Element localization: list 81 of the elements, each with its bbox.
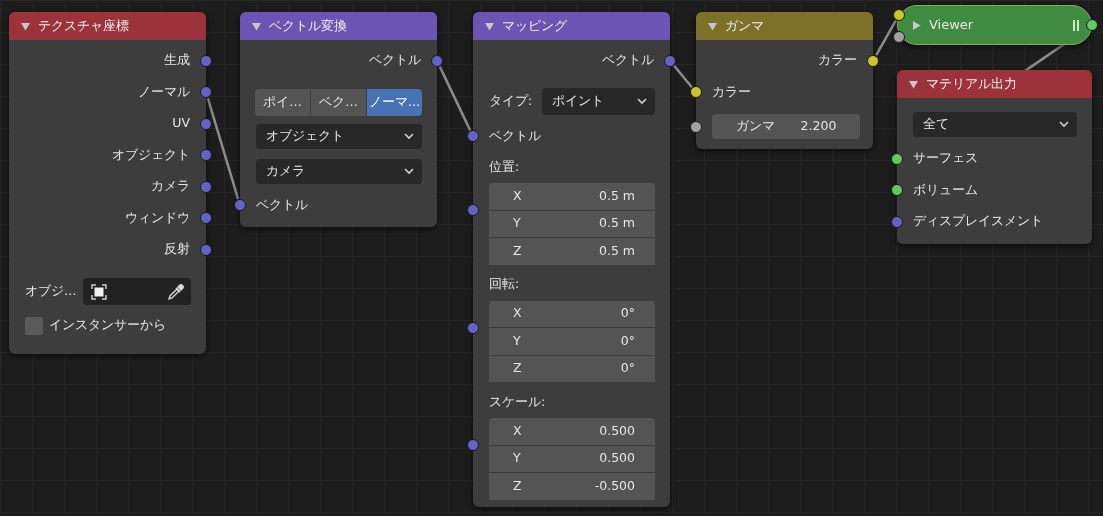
socket-label: UV <box>172 114 190 133</box>
input-socket[interactable] <box>893 9 905 21</box>
segment-button[interactable]: ノーマ… <box>367 88 422 116</box>
triangle-icon[interactable] <box>252 21 261 31</box>
number-field[interactable]: X 0° <box>489 300 655 328</box>
dropdown[interactable]: 全て <box>913 112 1077 137</box>
socket-label: カラー <box>818 51 857 70</box>
triangle-icon[interactable] <box>485 21 494 31</box>
segment-button[interactable]: ポイ… <box>255 88 311 116</box>
input-socket[interactable] <box>891 215 903 228</box>
node-header[interactable]: ベクトル変換 <box>240 12 437 40</box>
input-socket[interactable] <box>891 152 903 165</box>
segment-button[interactable]: ベク… <box>311 88 367 116</box>
socket-label: ディスプレイスメント <box>913 212 1043 231</box>
socket-label: ベクトル <box>256 195 308 214</box>
node-title: テクスチャ座標 <box>38 17 129 36</box>
input-socket[interactable] <box>467 130 479 143</box>
triangle-icon[interactable] <box>912 20 921 30</box>
socket-label: 生成 <box>164 51 190 70</box>
input-socket[interactable] <box>690 86 702 99</box>
node-title: ガンマ <box>725 17 764 36</box>
chevron-icon <box>404 132 414 140</box>
number-field[interactable]: Z -0.500 <box>489 473 655 501</box>
socket-label: ベクトル <box>369 51 421 70</box>
node-title: マッピング <box>502 17 567 36</box>
triangle-icon[interactable] <box>21 21 30 31</box>
socket-label: カラー <box>712 82 751 101</box>
checkbox[interactable] <box>25 316 43 335</box>
viewer-node[interactable]: Viewer <box>897 5 1092 45</box>
node-header[interactable]: ガンマ <box>696 12 873 40</box>
socket-label: ウィンドウ <box>125 208 190 227</box>
group-label: スケール: <box>489 392 546 411</box>
number-field[interactable]: X 0.5 m <box>489 183 655 211</box>
field-label: タイプ: <box>489 91 533 110</box>
socket-label: ノーマル <box>138 82 190 101</box>
socket-label: サーフェス <box>913 149 978 168</box>
checkbox-label: インスタンサーから <box>49 316 166 335</box>
socket-label: 反射 <box>164 240 190 259</box>
node-link <box>673 64 693 89</box>
dropdown[interactable]: オブジェクト <box>256 123 422 149</box>
socket-label: ボリューム <box>913 180 978 199</box>
input-socket[interactable] <box>891 184 903 197</box>
number-field[interactable]: Z 0° <box>489 355 655 383</box>
triangle-icon[interactable] <box>708 21 717 31</box>
chevron-icon <box>637 97 647 105</box>
pause-icon <box>1073 19 1079 31</box>
dropdown[interactable]: ポイント <box>542 87 655 115</box>
field-label: オブジ… <box>25 282 77 301</box>
socket-label: カメラ <box>151 177 190 196</box>
number-field[interactable]: Y 0° <box>489 328 655 356</box>
object-icon <box>88 281 109 302</box>
number-field[interactable]: Y 0.5 m <box>489 210 655 238</box>
input-socket[interactable] <box>467 439 479 451</box>
socket-label: ベクトル <box>602 51 654 70</box>
triangle-icon[interactable] <box>909 79 918 89</box>
chevron-icon <box>404 167 414 175</box>
node-header[interactable]: テクスチャ座標 <box>9 12 206 40</box>
node-link <box>875 20 897 56</box>
node-title: マテリアル出力 <box>926 75 1017 94</box>
group-label: 位置: <box>489 157 520 176</box>
node-header[interactable]: マッピング <box>473 12 670 40</box>
node-title: ベクトル変換 <box>269 17 347 36</box>
output-socket[interactable] <box>867 54 879 67</box>
number-field[interactable]: Z 0.5 m <box>489 238 655 266</box>
group-label: 回転: <box>489 275 520 294</box>
input-socket[interactable] <box>690 120 702 133</box>
node-header[interactable]: マテリアル出力 <box>897 70 1092 98</box>
number-field[interactable]: ガンマ 2.200 <box>712 114 860 139</box>
input-socket[interactable] <box>893 31 905 43</box>
input-socket[interactable] <box>467 204 479 216</box>
socket-label: オブジェクト <box>112 145 190 164</box>
number-field[interactable]: Y 0.500 <box>489 445 655 473</box>
number-field[interactable]: X 0.500 <box>489 418 655 446</box>
socket-label: ベクトル <box>489 126 541 145</box>
dropdown[interactable]: カメラ <box>256 158 422 184</box>
object-field[interactable] <box>82 278 191 305</box>
chevron-icon <box>1059 121 1069 128</box>
node-title: Viewer <box>929 16 974 35</box>
input-socket[interactable] <box>234 199 246 212</box>
eyedropper-icon <box>167 282 185 301</box>
input-socket[interactable] <box>467 321 479 334</box>
